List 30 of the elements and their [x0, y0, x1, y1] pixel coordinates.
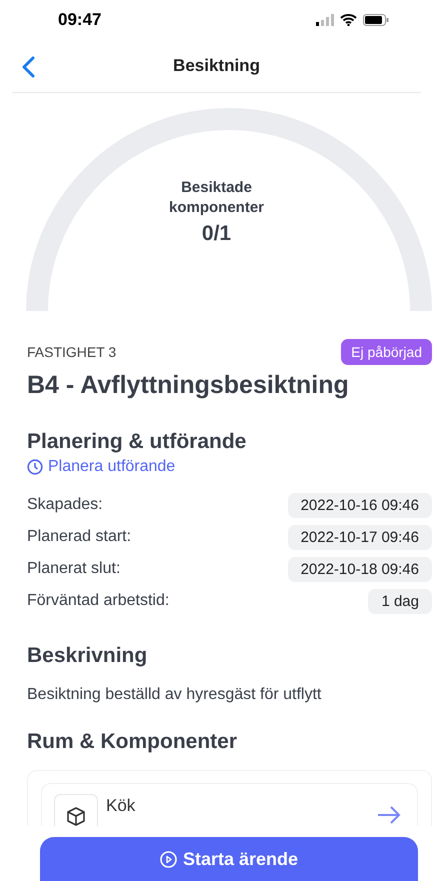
- field-value: 1 dag: [368, 588, 432, 614]
- start-button[interactable]: Starta ärende: [40, 837, 418, 881]
- wifi-icon: [340, 14, 357, 26]
- field-label: Förväntad arbetstid:: [27, 592, 170, 610]
- back-icon[interactable]: [22, 56, 35, 78]
- field-value: 2022-10-16 09:46: [288, 492, 432, 518]
- property-label: FASTIGHET 3: [27, 344, 116, 360]
- section-heading: Planering & utförande: [27, 430, 248, 454]
- status-time: 09:47: [58, 10, 102, 30]
- plan-link[interactable]: Planera utförande: [27, 458, 176, 476]
- section-heading: Rum & Komponenter: [27, 730, 238, 754]
- play-icon: [160, 850, 177, 868]
- field-label: Skapades:: [27, 496, 103, 514]
- field-label: Planerat slut:: [27, 560, 120, 578]
- room-name: Kök: [106, 796, 136, 816]
- field-value: 2022-10-18 09:46: [288, 556, 432, 582]
- field-label: Planerad start:: [27, 528, 132, 546]
- cube-icon: [54, 794, 98, 826]
- status-badge: Ej påbörjad: [341, 339, 432, 365]
- description-text: Besiktning beställd av hyresgäst för utflytt: [27, 686, 322, 704]
- screen-title: Besiktning: [173, 56, 260, 76]
- clock-icon: [27, 459, 43, 475]
- gauge-label: Besiktade komponenter: [168, 178, 265, 218]
- signal-icon: [316, 14, 334, 26]
- section-heading: Beskrivning: [27, 644, 148, 668]
- gauge-value: 0/1: [202, 222, 232, 246]
- battery-icon: [363, 14, 389, 26]
- arrow-right-icon[interactable]: [377, 806, 401, 824]
- inspection-title: B4 - Avflyttningsbesiktning: [27, 371, 350, 400]
- field-value: 2022-10-17 09:46: [288, 524, 432, 550]
